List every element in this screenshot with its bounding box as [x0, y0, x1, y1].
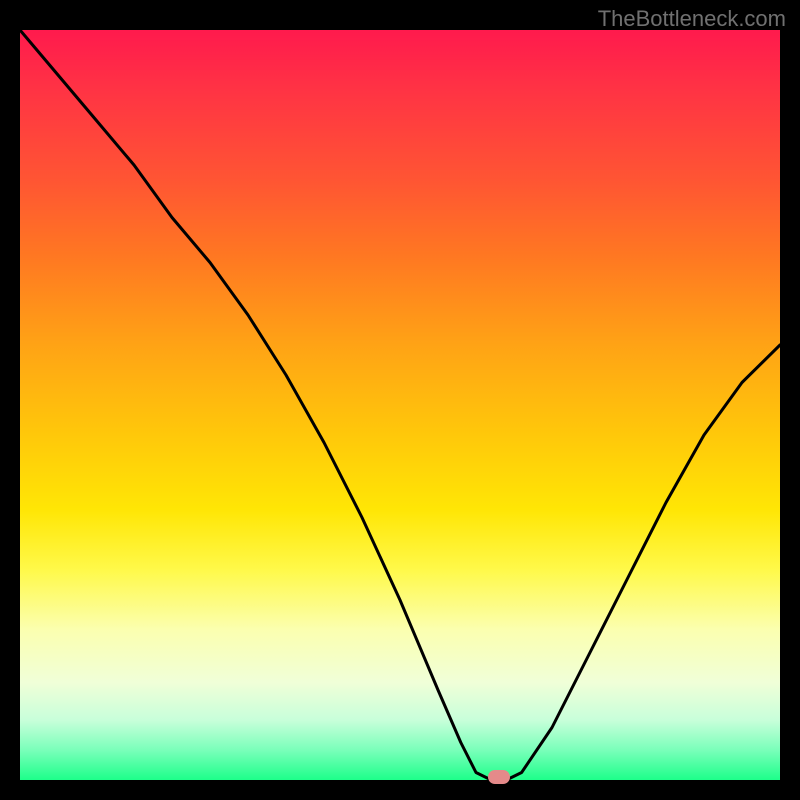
bottleneck-curve-svg: [20, 30, 780, 780]
watermark-text: TheBottleneck.com: [598, 6, 786, 32]
bottleneck-curve-path: [20, 30, 780, 780]
optimal-point-marker: [488, 770, 510, 784]
